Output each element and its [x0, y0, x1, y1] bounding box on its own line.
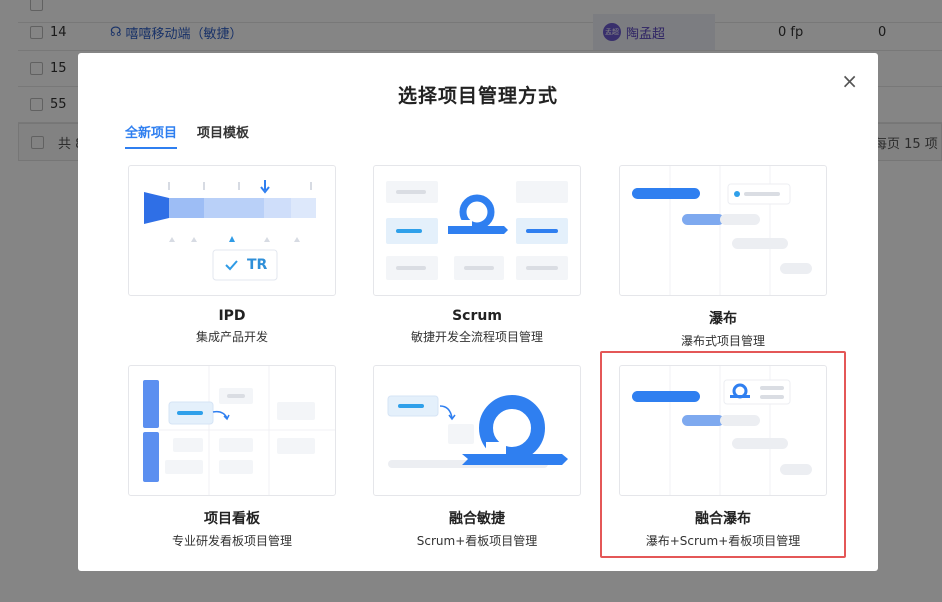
card-title: 融合敏捷 — [449, 511, 505, 527]
tab-project-template[interactable]: 项目模板 — [197, 122, 249, 149]
card-title: 瀑布 — [709, 311, 737, 327]
card-description: Scrum+看板项目管理 — [416, 534, 538, 548]
card-title: 项目看板 — [204, 511, 260, 527]
tab-bar: 全新项目 项目模板 — [125, 122, 249, 149]
ipd-illustration: TR — [128, 165, 336, 296]
selection-highlight — [600, 351, 846, 558]
card-title: IPD — [218, 308, 246, 324]
card-description: 集成产品开发 — [195, 330, 268, 344]
tab-new-project[interactable]: 全新项目 — [125, 122, 178, 149]
card-waterfall[interactable]: 瀑布 瀑布式项目管理 — [619, 165, 827, 349]
card-description: 专业研发看板项目管理 — [171, 534, 292, 548]
dialog-title: 选择项目管理方式 — [397, 85, 558, 107]
card-description: 敏捷开发全流程项目管理 — [410, 330, 543, 344]
card-kanban[interactable]: 项目看板 专业研发看板项目管理 — [128, 365, 336, 549]
card-hybrid-agile[interactable]: 融合敏捷 Scrum+看板项目管理 — [373, 365, 581, 549]
close-icon[interactable]: × — [841, 71, 858, 91]
tr-label: TR — [247, 257, 268, 273]
waterfall-illustration — [619, 165, 827, 296]
hybrid-agile-illustration — [373, 365, 581, 496]
scrum-illustration — [373, 165, 581, 296]
card-scrum[interactable]: Scrum 敏捷开发全流程项目管理 — [373, 165, 581, 345]
card-description: 瀑布式项目管理 — [680, 334, 765, 348]
select-project-mode-dialog: 选择项目管理方式 × 全新项目 项目模板 TR IPD 集成产品开发 Scrum… — [78, 53, 878, 571]
card-ipd[interactable]: TR IPD 集成产品开发 — [128, 165, 336, 345]
kanban-illustration — [128, 365, 336, 496]
card-title: Scrum — [452, 308, 502, 324]
